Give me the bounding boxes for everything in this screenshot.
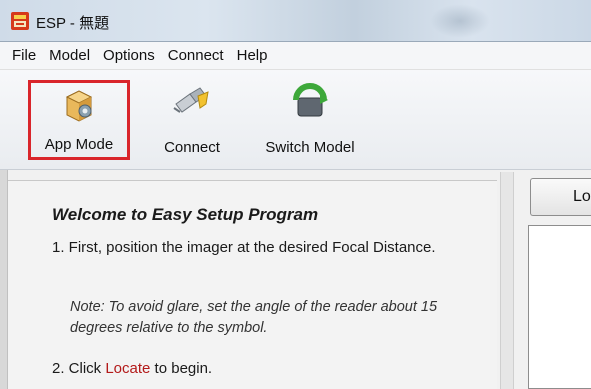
preview-box xyxy=(528,225,591,389)
app-mode-box-icon xyxy=(65,90,93,122)
esp-window: ESP - 無題 File Model Options Connect Help… xyxy=(0,0,591,389)
title-bar-blur xyxy=(430,4,490,38)
step-1-text: 1. First, position the imager at the des… xyxy=(52,239,436,256)
esp-app-icon xyxy=(11,12,29,30)
switch-model-label: Switch Model xyxy=(265,139,355,156)
left-frame-edge xyxy=(0,170,8,389)
title-bar: ESP - 無題 xyxy=(0,0,591,42)
locate-keyword: Locate xyxy=(105,360,151,377)
glare-note: Note: To avoid glare, set the angle of t… xyxy=(70,299,438,336)
connect-label: Connect xyxy=(164,139,220,156)
menu-help[interactable]: Help xyxy=(237,47,268,64)
window-title: ESP - 無題 xyxy=(36,15,110,32)
menu-options[interactable]: Options xyxy=(103,47,155,64)
switch-model-icon xyxy=(293,83,328,117)
step-2-suffix: to begin. xyxy=(150,360,213,377)
app-mode-button[interactable]: App Mode xyxy=(28,80,130,160)
step-2-prefix: 2. Click xyxy=(52,360,106,377)
welcome-heading: Welcome to Easy Setup Program xyxy=(52,205,319,224)
switch-model-button[interactable]: Switch Model xyxy=(250,80,370,160)
menu-connect[interactable]: Connect xyxy=(168,47,224,64)
locate-button[interactable]: Lo xyxy=(530,178,591,216)
connect-button[interactable]: Connect xyxy=(150,80,234,160)
toolbar: App Mode Connect Switch Model xyxy=(0,70,591,170)
menu-file[interactable]: File xyxy=(12,47,36,64)
menu-bar: File Model Options Connect Help xyxy=(0,42,591,70)
connect-plug-icon xyxy=(173,87,209,113)
panel-splitter[interactable] xyxy=(500,172,514,389)
step-2-text: 2. Click Locate to begin. xyxy=(52,360,212,377)
app-mode-label: App Mode xyxy=(44,136,114,153)
menu-model[interactable]: Model xyxy=(49,47,90,64)
